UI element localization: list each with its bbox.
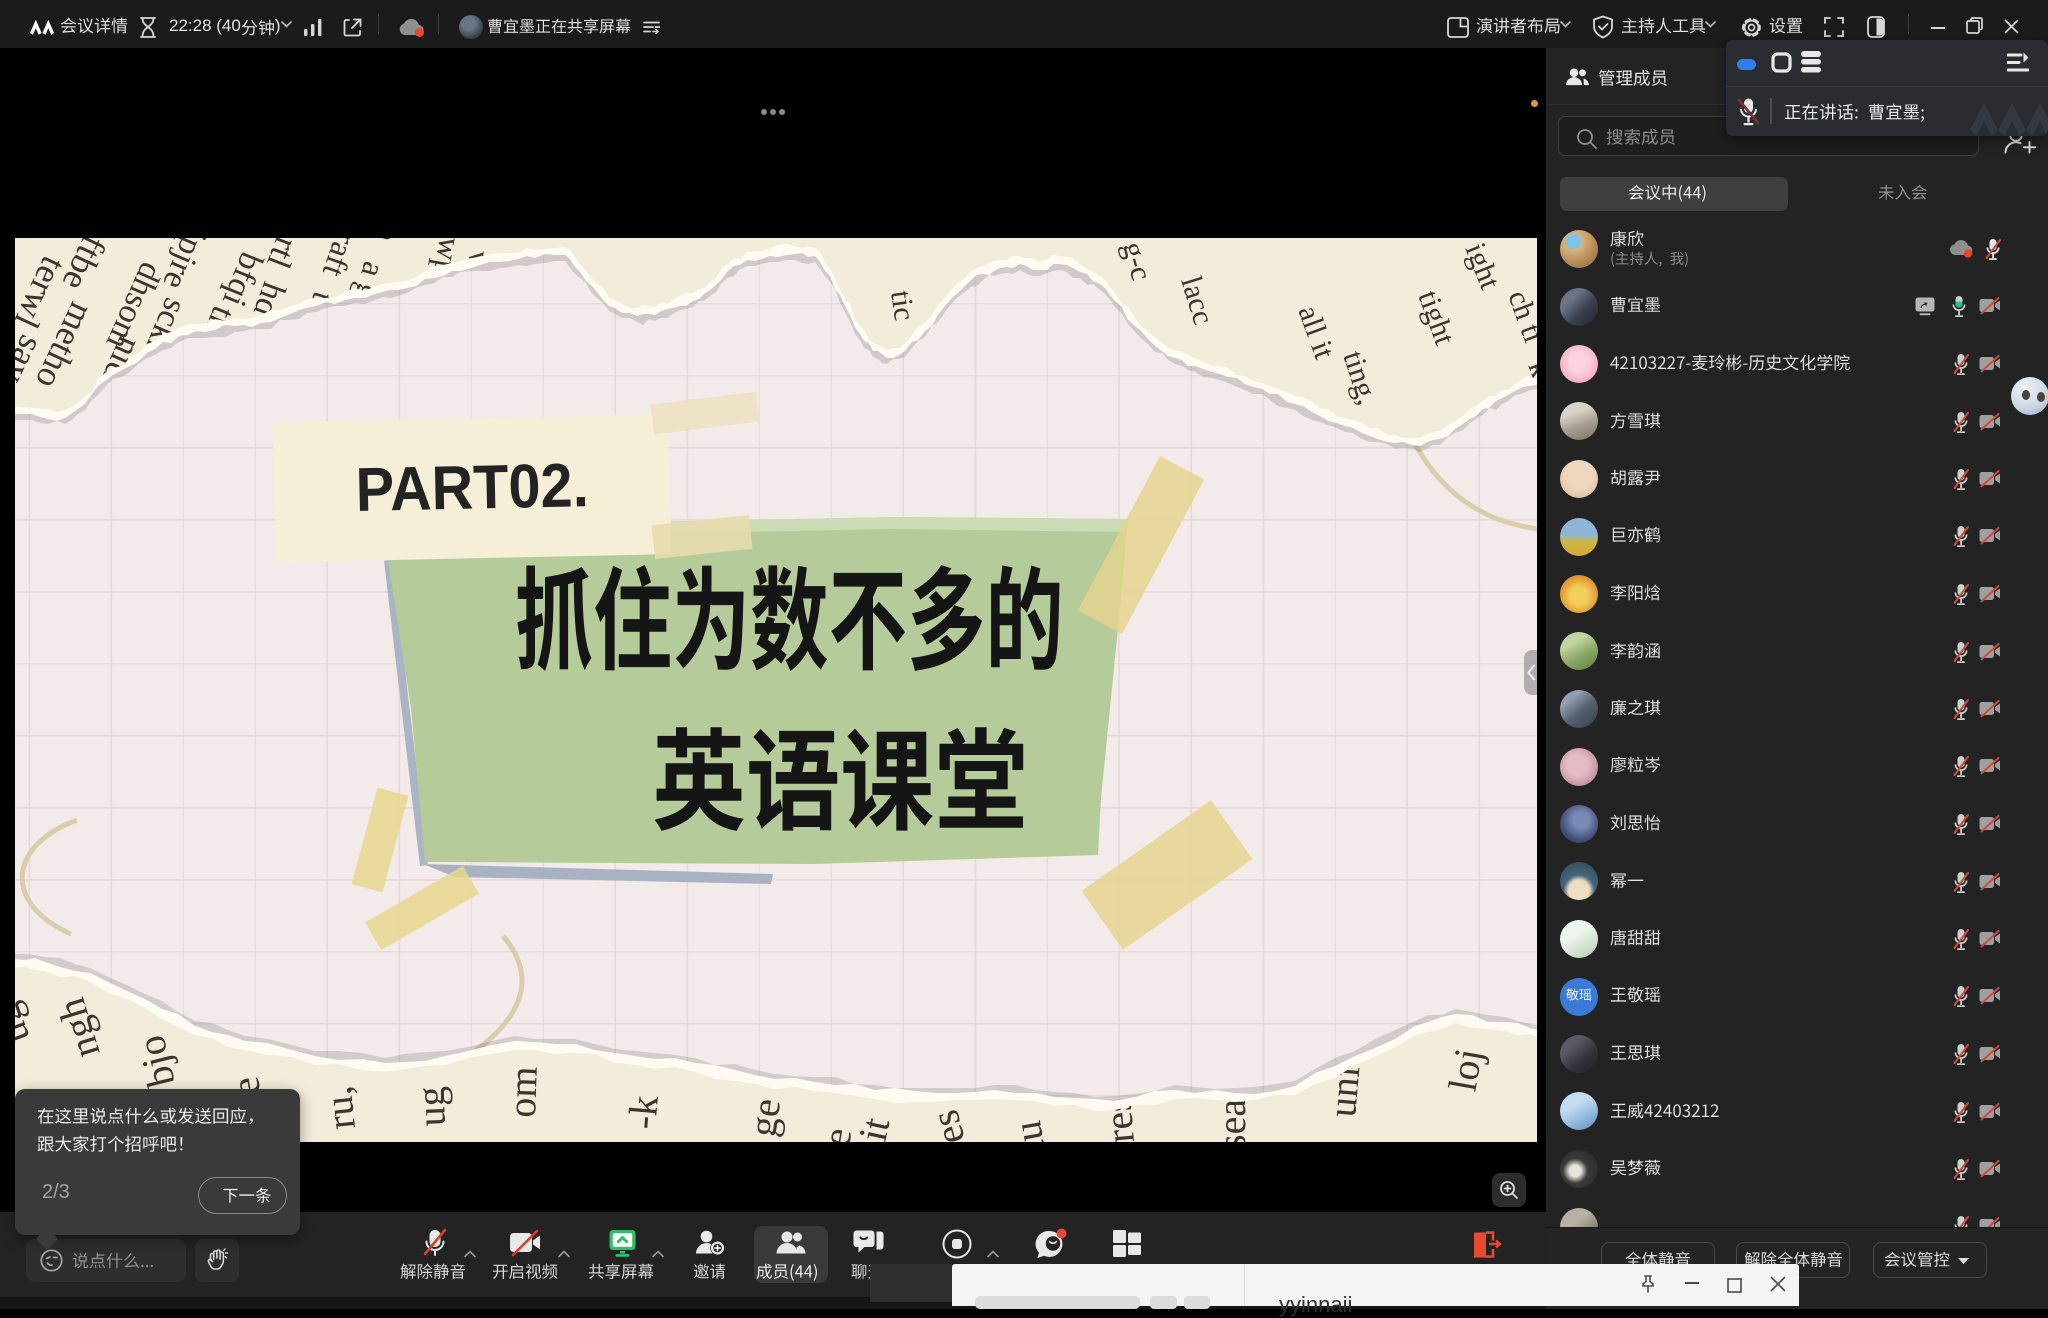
svg-text:o ve: o ve	[506, 270, 541, 322]
svg-text:tic: tic	[884, 288, 921, 322]
svg-text:sea: sea	[1209, 1099, 1254, 1142]
svg-text:loj: loj	[1440, 1045, 1492, 1094]
svg-text:-k: -k	[619, 1094, 667, 1131]
svg-text:ar: ar	[768, 278, 803, 304]
svg-text:ba e: ba e	[618, 317, 653, 367]
svg-text:ug: ug	[408, 1086, 454, 1128]
svg-text:li: li	[991, 285, 1027, 308]
svg-text:ve: ve	[931, 321, 968, 355]
svg-text:om: om	[499, 1066, 546, 1119]
svg-text:ge: ge	[739, 1096, 789, 1140]
svg-text:ru,: ru,	[315, 1084, 364, 1132]
svg-text:nwp: nwp	[568, 298, 601, 350]
